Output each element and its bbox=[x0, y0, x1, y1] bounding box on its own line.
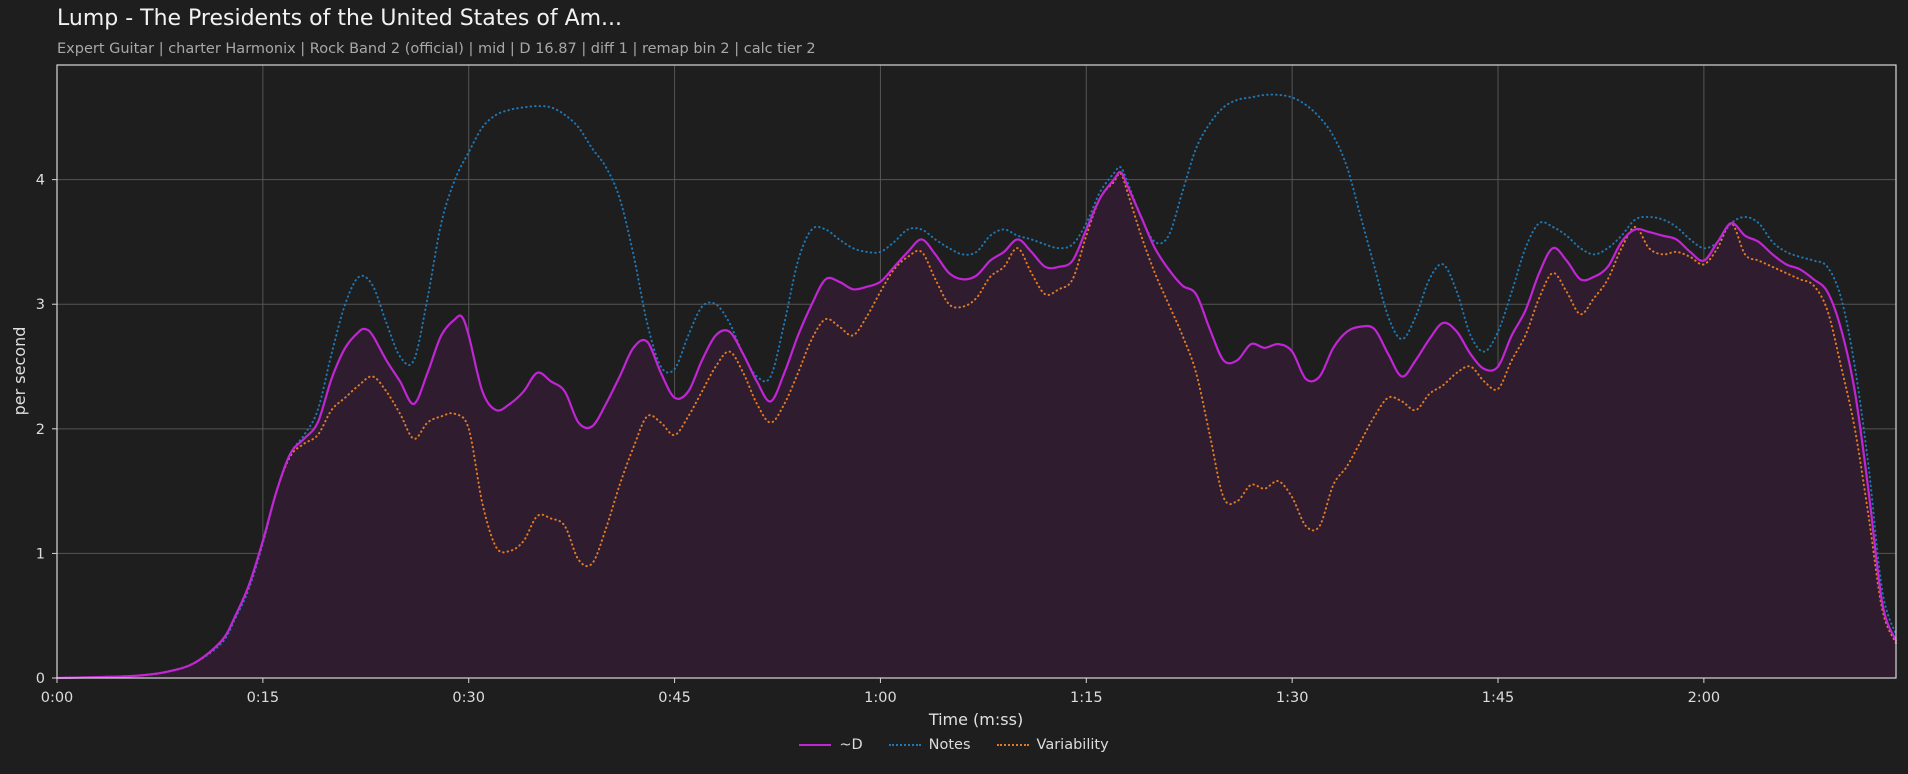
legend-item-notes: Notes bbox=[888, 737, 971, 753]
chart-svg: 0:00 0:15 0:30 0:45 1:00 1:15 1:30 1:45 2:00 0 1 2 3… bbox=[10, 64, 1898, 729]
x-tick-label: 2:00 bbox=[1688, 690, 1721, 706]
x-tick-label: 1:45 bbox=[1482, 690, 1515, 706]
x-tick-label: 0:30 bbox=[452, 690, 485, 706]
x-tick-label: 1:00 bbox=[864, 690, 897, 706]
x-tick-label: 0:15 bbox=[247, 690, 280, 706]
y-axis-label: per second bbox=[10, 327, 29, 416]
legend-swatch-d bbox=[799, 744, 832, 746]
legend-label-d: ~D bbox=[839, 737, 863, 753]
y-tick-label: 0 bbox=[36, 671, 45, 687]
x-axis-label: Time (m:ss) bbox=[928, 710, 1023, 729]
y-tick-label: 4 bbox=[36, 173, 45, 189]
legend-swatch-variability bbox=[996, 744, 1029, 746]
legend-label-variability: Variability bbox=[1036, 737, 1109, 753]
area-fill bbox=[57, 171, 1896, 679]
x-tick-label: 1:15 bbox=[1070, 690, 1103, 706]
y-tick-label: 1 bbox=[36, 546, 45, 562]
x-tick-label: 0:00 bbox=[41, 690, 74, 706]
y-tick-label: 3 bbox=[36, 297, 45, 313]
legend-label-notes: Notes bbox=[928, 737, 971, 753]
y-tick-label: 2 bbox=[36, 422, 45, 438]
legend-swatch-notes bbox=[888, 744, 921, 746]
legend-item-d: ~D bbox=[799, 737, 863, 753]
legend-item-variability: Variability bbox=[996, 737, 1109, 753]
series-area-d bbox=[57, 171, 1896, 679]
chart-legend: ~D Notes Variability bbox=[0, 737, 1908, 753]
x-tick-label: 1:30 bbox=[1276, 690, 1309, 706]
x-tick-label: 0:45 bbox=[658, 690, 691, 706]
